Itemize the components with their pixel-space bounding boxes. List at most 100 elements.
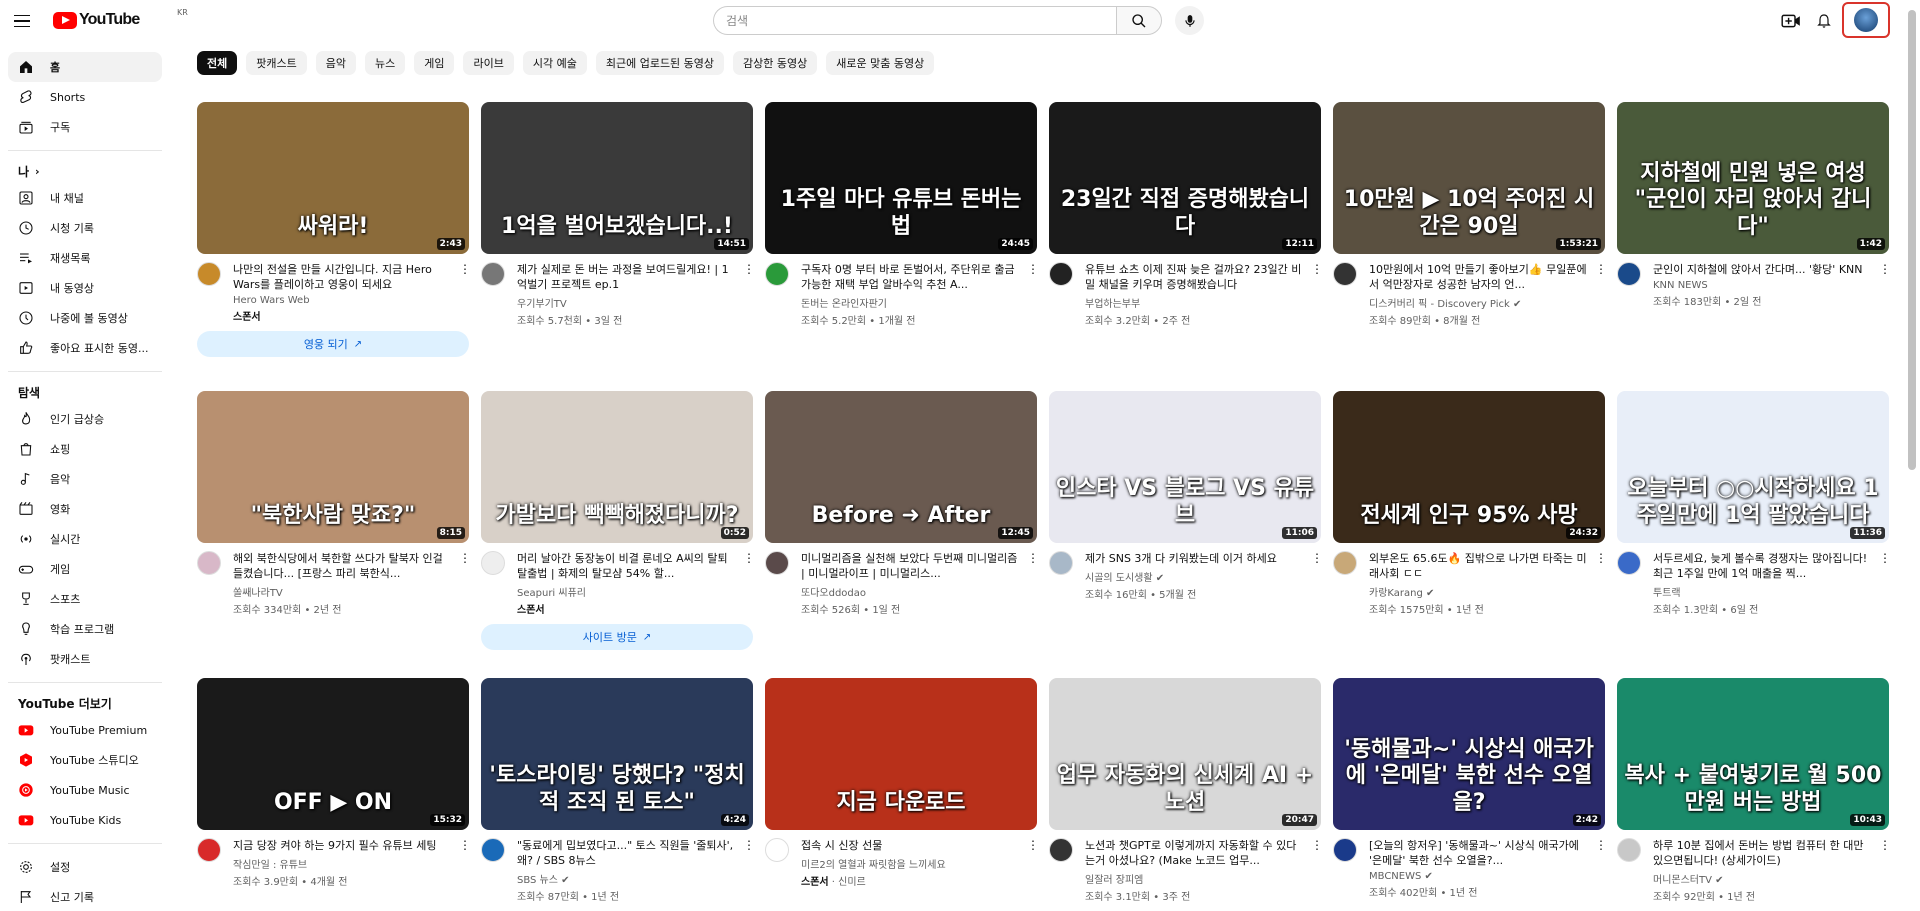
video-title[interactable]: 지금 당장 켜야 하는 9가지 필수 유튜브 세팅 bbox=[233, 838, 453, 853]
sidebar-item-liked[interactable]: 좋아요 표시한 동영... bbox=[8, 333, 162, 363]
sidebar-item-trending[interactable]: 인기 급상승 bbox=[8, 404, 162, 434]
filter-chip[interactable]: 최근에 업로드된 동영상 bbox=[595, 51, 725, 75]
channel-avatar[interactable] bbox=[1049, 838, 1073, 862]
video-title[interactable]: 서두르세요, 늦게 볼수록 경쟁자는 많아집니다! 최근 1주일 만에 1억 매… bbox=[1653, 551, 1873, 581]
sidebar-item-learning[interactable]: 학습 프로그램 bbox=[8, 614, 162, 644]
channel-name[interactable]: 일잘러 장피엠 bbox=[1085, 871, 1305, 886]
more-actions-icon[interactable]: ⋮ bbox=[459, 838, 471, 852]
filter-chip[interactable]: 뉴스 bbox=[364, 51, 406, 75]
sidebar-item-live[interactable]: 실시간 bbox=[8, 524, 162, 554]
video-card[interactable]: 복사 + 붙여넣기로 월 500만원 버는 방법 10:43 하루 10분 집에서 … bbox=[1617, 678, 1891, 903]
video-thumbnail[interactable]: "북한사람 맞죠?" 8:15 bbox=[197, 391, 469, 543]
sidebar-item-settings[interactable]: 설정 bbox=[8, 852, 162, 882]
video-card[interactable]: "북한사람 맞죠?" 8:15 해외 북한식당에서 북한할 쓰다가 탈북자 인걸 들… bbox=[197, 391, 471, 616]
channel-avatar[interactable] bbox=[481, 262, 505, 286]
video-title[interactable]: [오늘의 항저우] '동해물과~' 시상식 애국가에 '은메달' 북한 선수 오… bbox=[1369, 838, 1589, 868]
video-card[interactable]: 전세계 인구 95% 사망 24:32 외부온도 65.6도🔥 집밖으로 나가면 타… bbox=[1333, 391, 1607, 616]
ad-cta-button[interactable]: 사이트 방문 ↗ bbox=[481, 624, 753, 650]
channel-name[interactable]: 쏠쌔나라TV bbox=[233, 584, 453, 599]
channel-name[interactable]: SBS 뉴스 ✔ bbox=[517, 871, 737, 886]
video-card[interactable]: 23일간 직접 증명해봤습니다 12:11 유튜브 쇼츠 이제 진짜 늦은 걸까요?… bbox=[1049, 102, 1323, 327]
video-title[interactable]: 노션과 챗GPT로 이렇게까지 자동화할 수 있다는거 아셨나요? (Make … bbox=[1085, 838, 1305, 868]
ad-video-card[interactable]: 싸워라! 2:43 나만의 전설을 만들 시간입니다. 지금 Hero Wars를 … bbox=[197, 102, 471, 357]
filter-chip[interactable]: 전체 bbox=[197, 51, 238, 75]
video-card[interactable]: OFF ▶ ON 15:32 지금 당장 켜야 하는 9가지 필수 유튜브 세팅 작심… bbox=[197, 678, 471, 888]
account-avatar-button[interactable] bbox=[1842, 2, 1890, 38]
more-actions-icon[interactable]: ⋮ bbox=[1879, 838, 1891, 852]
video-thumbnail[interactable]: Before ➜ After 12:45 bbox=[765, 391, 1037, 543]
sidebar-item-yt-music[interactable]: YouTube Music bbox=[8, 775, 162, 805]
video-thumbnail[interactable]: 23일간 직접 증명해봤습니다 12:11 bbox=[1049, 102, 1321, 254]
filter-chip[interactable]: 시각 예술 bbox=[522, 51, 587, 75]
video-card[interactable]: Before ➜ After 12:45 미니멀리즘을 실천해 보았다 두번째 미니… bbox=[765, 391, 1039, 616]
channel-avatar[interactable] bbox=[1617, 262, 1641, 286]
sidebar-item-report-history[interactable]: 신고 기록 bbox=[8, 882, 162, 911]
voice-search-button[interactable] bbox=[1175, 6, 1204, 35]
video-title[interactable]: 나만의 전설을 만들 시간입니다. 지금 Hero Wars를 플레이하고 영웅… bbox=[233, 262, 453, 292]
menu-icon[interactable] bbox=[10, 9, 34, 33]
more-actions-icon[interactable]: ⋮ bbox=[1027, 262, 1039, 276]
more-actions-icon[interactable]: ⋮ bbox=[1311, 551, 1323, 565]
video-thumbnail[interactable]: 업무 자동화의 신세계 AI + 노션 20:47 bbox=[1049, 678, 1321, 830]
video-title[interactable]: 외부온도 65.6도🔥 집밖으로 나가면 타죽는 미래사회 ㄷㄷ bbox=[1369, 551, 1589, 581]
video-thumbnail[interactable]: 10만원 ▶ 10억 주어진 시간은 90일 1:53:21 bbox=[1333, 102, 1605, 254]
video-card[interactable]: 업무 자동화의 신세계 AI + 노션 20:47 노션과 챗GPT로 이렇게까지 … bbox=[1049, 678, 1323, 903]
channel-avatar[interactable] bbox=[1333, 262, 1357, 286]
sidebar-item-yt-studio[interactable]: YouTube 스튜디오 bbox=[8, 745, 162, 775]
sidebar-item-sports[interactable]: 스포츠 bbox=[8, 584, 162, 614]
more-actions-icon[interactable]: ⋮ bbox=[459, 262, 471, 276]
more-actions-icon[interactable]: ⋮ bbox=[1311, 838, 1323, 852]
video-thumbnail[interactable]: 복사 + 붙여넣기로 월 500만원 버는 방법 10:43 bbox=[1617, 678, 1889, 830]
video-card[interactable]: 오늘부터 ○○시작하세요 1주일만에 1억 팔았습니다 11:36 서두르세요, 늦… bbox=[1617, 391, 1891, 616]
video-thumbnail[interactable]: '동해물과~' 시상식 애국가에 '은메달' 북한 선수 오열을? 2:42 bbox=[1333, 678, 1605, 830]
video-thumbnail[interactable]: 지금 다운로드 bbox=[765, 678, 1037, 830]
video-card[interactable]: 지하철에 민원 넣은 여성 "군인이 자리 앉아서 갑니다" 1:42 군인이 지하… bbox=[1617, 102, 1891, 308]
channel-name[interactable]: 돈버는 온라인자판기 bbox=[801, 295, 1021, 310]
channel-name[interactable]: Hero Wars Web bbox=[233, 295, 453, 306]
sidebar-item-history[interactable]: 시청 기록 bbox=[8, 213, 162, 243]
channel-name[interactable]: 디스커버리 픽 - Discovery Pick ✔ bbox=[1369, 295, 1589, 310]
channel-avatar[interactable] bbox=[1617, 838, 1641, 862]
channel-avatar[interactable] bbox=[197, 551, 221, 575]
more-actions-icon[interactable]: ⋮ bbox=[743, 262, 755, 276]
create-button[interactable] bbox=[1779, 9, 1803, 33]
video-card[interactable]: 1억을 벌어보겠습니다..! 14:51 제가 실제로 돈 버는 과정을 보여드릴게… bbox=[481, 102, 755, 327]
channel-name[interactable]: 미르2의 열혈과 짜릿함을 느끼세요 bbox=[801, 856, 1021, 871]
sidebar-item-shopping[interactable]: 쇼핑 bbox=[8, 434, 162, 464]
more-actions-icon[interactable]: ⋮ bbox=[1027, 838, 1039, 852]
video-thumbnail[interactable]: 1주일 마다 유튜브 돈버는법 24:45 bbox=[765, 102, 1037, 254]
filter-chip[interactable]: 팟캐스트 bbox=[246, 51, 307, 75]
sidebar-item-movie[interactable]: 영화 bbox=[8, 494, 162, 524]
video-thumbnail[interactable]: 인스타 VS 블로그 VS 유튜브 11:06 bbox=[1049, 391, 1321, 543]
video-thumbnail[interactable]: 1억을 벌어보겠습니다..! 14:51 bbox=[481, 102, 753, 254]
channel-name[interactable]: 부업하는부부 bbox=[1085, 295, 1305, 310]
channel-avatar[interactable] bbox=[765, 262, 789, 286]
sidebar-item-home[interactable]: 홈 bbox=[8, 52, 162, 82]
channel-name[interactable]: MBCNEWS ✔ bbox=[1369, 871, 1589, 882]
more-actions-icon[interactable]: ⋮ bbox=[1027, 551, 1039, 565]
more-actions-icon[interactable]: ⋮ bbox=[459, 551, 471, 565]
video-title[interactable]: 제가 실제로 돈 버는 과정을 보여드릴게요! | 1억벌기 프로젝트 ep.1 bbox=[517, 262, 737, 292]
video-card[interactable]: 인스타 VS 블로그 VS 유튜브 11:06 제가 SNS 3개 다 키워봤는데 … bbox=[1049, 391, 1323, 601]
video-title[interactable]: 제가 SNS 3개 다 키워봤는데 이거 하세요 bbox=[1085, 551, 1305, 566]
channel-avatar[interactable] bbox=[197, 838, 221, 862]
channel-name[interactable]: 시골의 도시생활 ✔ bbox=[1085, 569, 1305, 584]
page-scrollbar[interactable] bbox=[1904, 0, 1920, 911]
scrollbar-thumb[interactable] bbox=[1908, 10, 1916, 470]
video-card[interactable]: 10만원 ▶ 10억 주어진 시간은 90일 1:53:21 10만원에서 10억 … bbox=[1333, 102, 1607, 327]
sidebar-item-subscriptions[interactable]: 구독 bbox=[8, 112, 162, 142]
channel-avatar[interactable] bbox=[765, 551, 789, 575]
more-actions-icon[interactable]: ⋮ bbox=[1595, 262, 1607, 276]
sidebar-item-gaming[interactable]: 게임 bbox=[8, 554, 162, 584]
more-actions-icon[interactable]: ⋮ bbox=[1595, 551, 1607, 565]
more-actions-icon[interactable]: ⋮ bbox=[743, 838, 755, 852]
more-actions-icon[interactable]: ⋮ bbox=[1879, 262, 1891, 276]
channel-avatar[interactable] bbox=[1333, 551, 1357, 575]
video-card[interactable]: '토스라이팅' 당했다? "정치적 조직 된 토스" 4:24 "동료에게 밉보였다… bbox=[481, 678, 755, 903]
channel-avatar[interactable] bbox=[765, 838, 789, 862]
filter-chip[interactable]: 새로운 맞춤 동영상 bbox=[826, 51, 935, 75]
video-thumbnail[interactable]: 지하철에 민원 넣은 여성 "군인이 자리 앉아서 갑니다" 1:42 bbox=[1617, 102, 1889, 254]
sidebar-item-channel[interactable]: 내 채널 bbox=[8, 183, 162, 213]
sidebar-you-heading[interactable]: 나 › bbox=[0, 159, 170, 183]
video-title[interactable]: 유튜브 쇼츠 이제 진짜 늦은 걸까요? 23일간 비밀 채널을 키우며 증명해… bbox=[1085, 262, 1305, 292]
